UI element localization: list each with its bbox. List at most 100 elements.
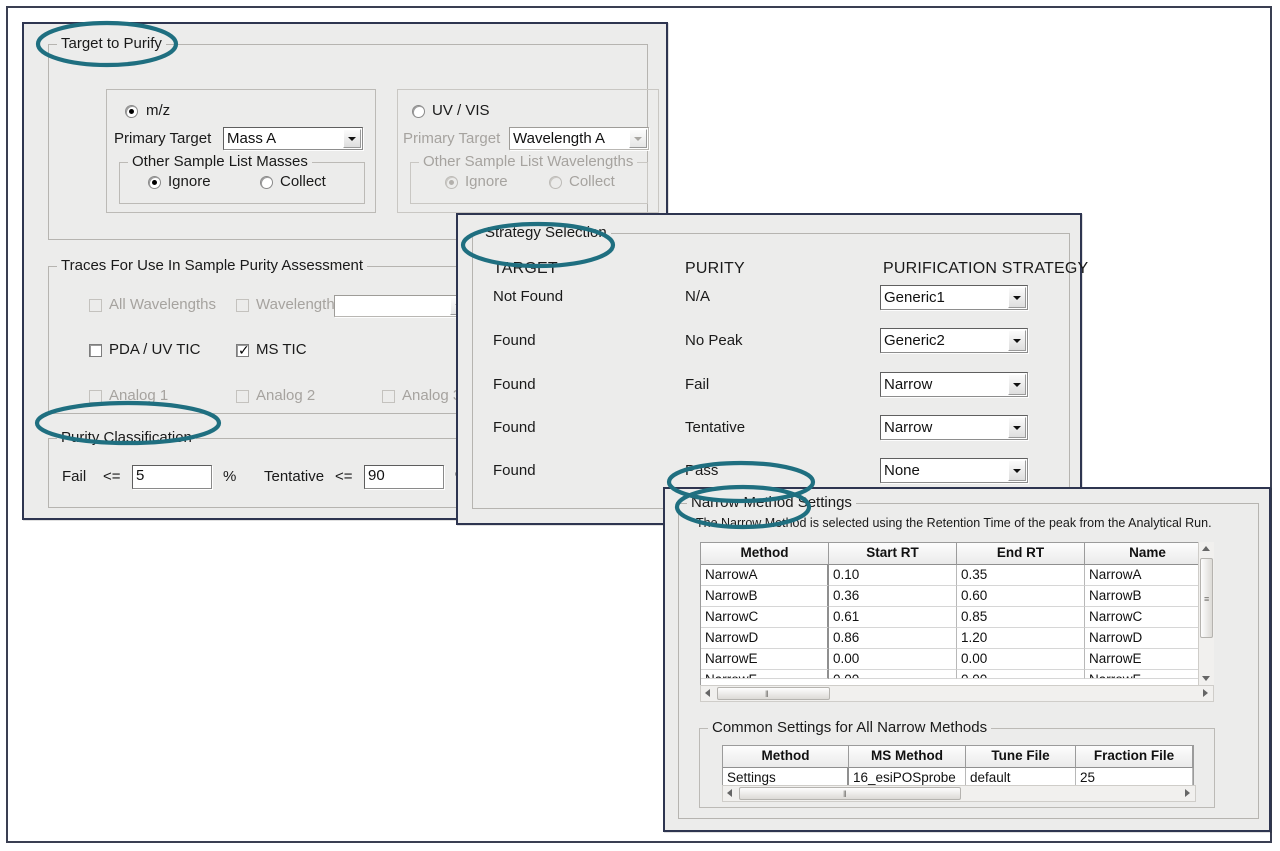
strategy-row-purity-1: No Peak — [685, 333, 743, 349]
target-to-purify-group-caption: Target to Purify — [57, 36, 166, 52]
mz-subgroup: m/z Primary Target Mass A Other Sample L… — [106, 89, 376, 213]
strategy-combo-dropdown-button-3[interactable] — [1008, 417, 1026, 438]
mz-primary-target-combo[interactable]: Mass A — [223, 127, 363, 150]
checkbox-wavelength[interactable] — [236, 299, 249, 312]
narrow-col-start-rt: Start RT — [829, 543, 957, 565]
uvvis-primary-target-dropdown-button[interactable] — [629, 129, 647, 148]
common-col-ms-method: MS Method — [849, 746, 966, 768]
cell-name: NarrowC — [1085, 607, 1211, 628]
mz-radio-label: m/z — [146, 103, 170, 119]
mz-primary-target-dropdown-button[interactable] — [343, 129, 361, 148]
tentative-label: Tentative — [264, 469, 324, 485]
strategy-combo-dropdown-button-4[interactable] — [1008, 460, 1026, 481]
column-header-purification-strategy: PURIFICATION STRATEGY — [883, 260, 1088, 278]
cell-end-rt: 0.00 — [957, 649, 1085, 670]
tentative-threshold-input[interactable]: 90 — [364, 465, 444, 489]
scroll-right-button[interactable] — [1198, 686, 1213, 701]
mz-radio[interactable] — [125, 105, 138, 118]
narrow-method-settings-panel: Narrow Method Settings The Narrow Method… — [663, 487, 1271, 832]
strategy-combo-1[interactable]: Generic2 — [880, 328, 1028, 353]
table-row[interactable]: NarrowD 0.86 1.20 NarrowD — [701, 628, 1211, 649]
strategy-row-target-3: Found — [493, 420, 536, 436]
common-settings-grid[interactable]: Method MS Method Tune File Fraction File… — [722, 745, 1194, 790]
strategy-combo-4[interactable]: None — [880, 458, 1028, 483]
table-row[interactable]: NarrowF 0.00 0.00 NarrowF — [701, 670, 1211, 679]
checkbox-analog-1[interactable] — [89, 390, 102, 403]
strategy-combo-dropdown-button-0[interactable] — [1008, 287, 1026, 308]
scroll-down-button[interactable] — [1199, 671, 1214, 685]
strategy-combo-dropdown-button-1[interactable] — [1008, 330, 1026, 351]
scroll-up-button[interactable] — [1199, 542, 1214, 556]
cell-start-rt: 0.00 — [829, 670, 957, 679]
table-row[interactable]: NarrowA 0.10 0.35 NarrowA — [701, 565, 1211, 586]
strategy-combo-value-0: Generic1 — [884, 286, 1005, 309]
checkbox-pda-uv-tic[interactable] — [89, 344, 102, 357]
scroll-left-button[interactable] — [723, 786, 738, 801]
checkbox-analog-3[interactable] — [382, 390, 395, 403]
check-icon: ✓ — [238, 343, 250, 357]
uvvis-radio[interactable] — [412, 105, 425, 118]
triangle-right-icon — [1203, 689, 1208, 697]
triangle-left-icon — [727, 789, 732, 797]
common-settings-hscroll-thumb[interactable] — [739, 787, 961, 800]
cell-start-rt: 0.10 — [829, 565, 957, 586]
checkbox-analog-2[interactable] — [236, 390, 249, 403]
mz-primary-target-value: Mass A — [227, 128, 340, 149]
checkbox-ms-tic[interactable]: ✓ — [236, 344, 249, 357]
uvvis-radio-label: UV / VIS — [432, 103, 490, 119]
fail-unit: % — [223, 469, 236, 485]
cell-method: NarrowA — [701, 565, 829, 586]
strategy-row-target-0: Not Found — [493, 289, 563, 305]
strategy-combo-0[interactable]: Generic1 — [880, 285, 1028, 310]
cell-end-rt: 1.20 — [957, 628, 1085, 649]
narrow-col-method: Method — [701, 543, 829, 565]
other-sample-list-masses-group: Other Sample List Masses Ignore Collect — [119, 162, 365, 204]
common-col-tune-file: Tune File — [966, 746, 1076, 768]
narrow-methods-hscroll-thumb[interactable] — [717, 687, 830, 700]
checkbox-all-wavelengths[interactable] — [89, 299, 102, 312]
narrow-methods-hscrollbar[interactable]: ‖ — [700, 685, 1214, 702]
cell-end-rt: 0.60 — [957, 586, 1085, 607]
cell-method: NarrowE — [701, 649, 829, 670]
label-analog-2: Analog 2 — [256, 388, 315, 404]
common-settings-hscrollbar[interactable]: ‖ — [722, 785, 1196, 802]
uvvis-primary-target-combo[interactable]: Wavelength A — [509, 127, 649, 150]
cell-name: NarrowF — [1085, 670, 1211, 679]
tentative-operator: <= — [335, 469, 353, 485]
cell-end-rt: 0.35 — [957, 565, 1085, 586]
strategy-combo-value-2: Narrow — [884, 373, 1005, 396]
masses-collect-radio[interactable] — [260, 176, 273, 189]
strategy-row-target-4: Found — [493, 463, 536, 479]
narrow-methods-vscrollbar[interactable]: ≡ — [1198, 542, 1214, 685]
strategy-combo-3[interactable]: Narrow — [880, 415, 1028, 440]
triangle-up-icon — [1202, 546, 1210, 551]
label-analog-3: Analog 3 — [402, 388, 461, 404]
common-col-fraction-file: Fraction File — [1076, 746, 1193, 768]
scroll-right-button[interactable] — [1180, 786, 1195, 801]
masses-ignore-radio-dot — [152, 180, 157, 185]
cell-method: NarrowB — [701, 586, 829, 607]
scroll-left-button[interactable] — [701, 686, 716, 701]
cell-start-rt: 0.00 — [829, 649, 957, 670]
table-row[interactable]: NarrowE 0.00 0.00 NarrowE — [701, 649, 1211, 670]
wavelength-combo[interactable] — [334, 295, 470, 317]
narrow-methods-grid[interactable]: Method Start RT End RT Name NarrowA 0.10… — [700, 542, 1212, 694]
wavelengths-collect-radio[interactable] — [549, 176, 562, 189]
strategy-row-purity-2: Fail — [685, 377, 709, 393]
strategy-combo-dropdown-button-2[interactable] — [1008, 374, 1026, 395]
fail-threshold-input[interactable]: 5 — [132, 465, 212, 489]
narrow-method-description: The Narrow Method is selected using the … — [696, 515, 1212, 531]
narrow-method-settings-caption: Narrow Method Settings — [687, 495, 856, 511]
strategy-combo-value-1: Generic2 — [884, 329, 1005, 352]
column-header-purity: PURITY — [685, 260, 745, 278]
table-row[interactable]: NarrowC 0.61 0.85 NarrowC — [701, 607, 1211, 628]
strategy-combo-2[interactable]: Narrow — [880, 372, 1028, 397]
strategy-row-target-2: Found — [493, 377, 536, 393]
narrow-col-name: Name — [1085, 543, 1211, 565]
table-row[interactable]: NarrowB 0.36 0.60 NarrowB — [701, 586, 1211, 607]
column-header-target: TARGET — [493, 260, 558, 278]
cell-start-rt: 0.36 — [829, 586, 957, 607]
wavelengths-ignore-radio[interactable] — [445, 176, 458, 189]
masses-ignore-radio[interactable] — [148, 176, 161, 189]
wavelengths-ignore-label: Ignore — [465, 174, 508, 190]
